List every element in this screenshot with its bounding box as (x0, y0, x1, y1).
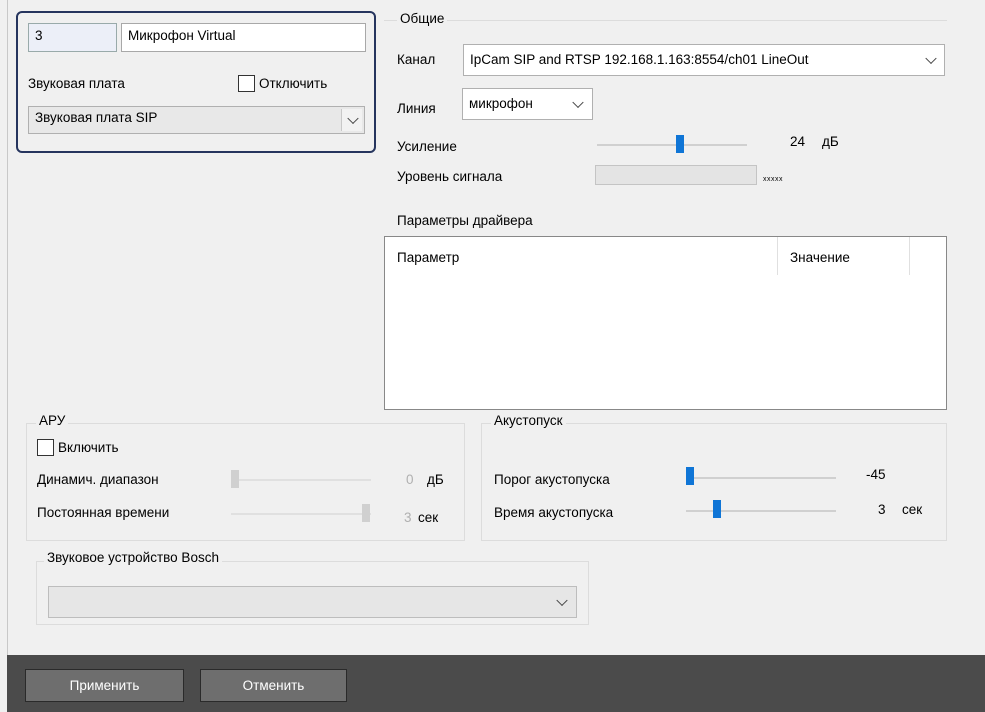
general-group-title: Общие (397, 11, 448, 26)
object-id-field[interactable]: 3 (28, 23, 117, 52)
object-header-card: 3 Микрофон Virtual Звуковая плата Отключ… (16, 11, 376, 153)
gain-slider-thumb[interactable] (675, 135, 684, 153)
vox-threshold-slider-thumb[interactable] (686, 467, 694, 485)
vox-time-slider-thumb[interactable] (713, 500, 721, 518)
time-constant-label: Постоянная времени (37, 505, 170, 520)
apply-button[interactable]: Применить (25, 669, 184, 702)
sound-card-select[interactable]: Звуковая плата SIP (28, 106, 365, 134)
vox-threshold-slider-track[interactable] (686, 477, 836, 479)
dynamic-range-label: Динамич. диапазон (37, 472, 159, 487)
bosch-group-title: Звуковое устройство Bosch (44, 550, 222, 565)
signal-level-meter (595, 165, 757, 185)
sound-card-dropdown-button (341, 109, 362, 131)
chevron-down-icon (556, 594, 568, 607)
time-constant-value: 3 (404, 510, 412, 525)
driver-params-title: Параметры драйвера (397, 213, 533, 228)
vox-time-unit: сек (902, 502, 923, 517)
chevron-down-icon (925, 52, 937, 65)
time-constant-slider-track[interactable] (231, 513, 371, 515)
disable-label: Отключить (259, 76, 328, 91)
dynamic-range-slider-track[interactable] (231, 479, 371, 481)
vox-threshold-value: -45 (866, 467, 886, 482)
dynamic-range-unit: дБ (427, 472, 444, 487)
column-divider (777, 237, 778, 275)
agc-enable-label: Включить (58, 440, 119, 455)
cancel-button[interactable]: Отменить (200, 669, 347, 702)
time-constant-slider-thumb[interactable] (362, 504, 370, 522)
bosch-device-select[interactable] (48, 586, 577, 618)
chevron-down-icon (572, 96, 584, 109)
agc-group-title: АРУ (36, 413, 69, 428)
column-header-parameter[interactable]: Параметр (397, 250, 459, 265)
agc-enable-checkbox[interactable] (37, 439, 54, 456)
vox-threshold-label: Порог акустопуска (494, 472, 610, 487)
disable-checkbox[interactable] (238, 75, 255, 92)
channel-label: Канал (397, 52, 436, 67)
channel-select[interactable]: IpCam SIP and RTSP 192.168.1.163:8554/ch… (463, 44, 945, 76)
gain-value: 24 (790, 134, 806, 149)
time-constant-unit: сек (418, 510, 439, 525)
vox-time-slider-track[interactable] (686, 510, 836, 512)
line-select[interactable]: микрофон (462, 88, 593, 120)
column-header-value[interactable]: Значение (790, 250, 850, 265)
gain-label: Усиление (397, 139, 457, 154)
driver-params-table[interactable]: Параметр Значение (384, 236, 947, 410)
chevron-down-icon (347, 112, 359, 125)
object-name-field[interactable]: Микрофон Virtual (121, 23, 366, 52)
dynamic-range-value: 0 (406, 472, 414, 487)
general-group (384, 20, 947, 22)
gain-slider-track[interactable] (597, 144, 747, 146)
line-label: Линия (397, 101, 436, 116)
column-divider (909, 237, 910, 275)
vox-time-label: Время акустопуска (494, 505, 614, 520)
dynamic-range-slider-thumb[interactable] (231, 470, 239, 488)
vox-time-value: 3 (878, 502, 886, 517)
signal-level-text: xxxxx (763, 176, 783, 183)
gain-unit: дБ (822, 134, 839, 149)
vox-group-title: Акустопуск (491, 413, 566, 428)
signal-level-label: Уровень сигнала (397, 169, 503, 184)
sound-card-label: Звуковая плата (28, 76, 125, 91)
